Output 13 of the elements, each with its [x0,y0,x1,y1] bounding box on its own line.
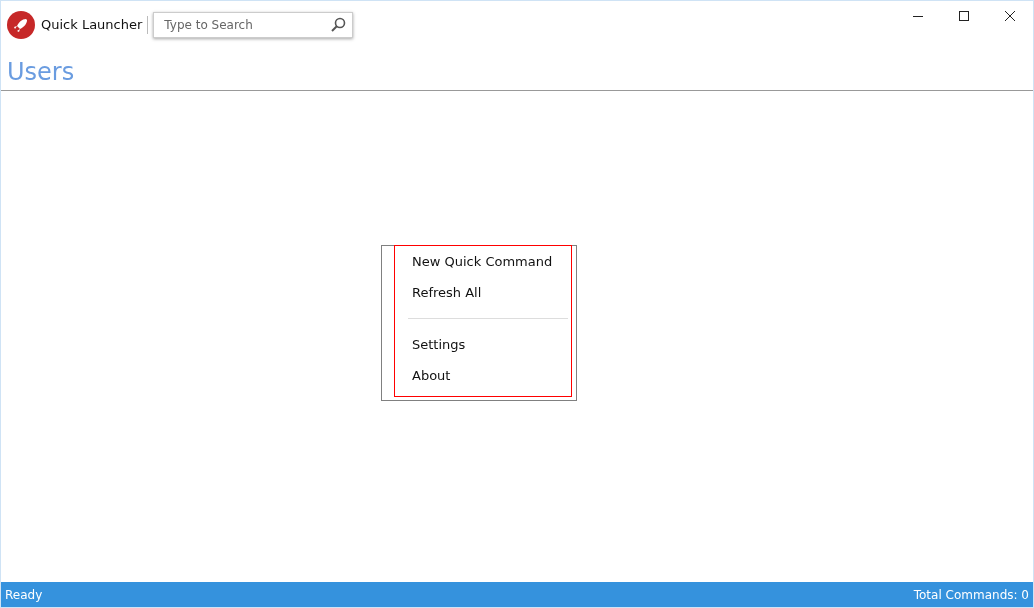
search-field[interactable]: Type to Search [153,12,354,38]
menu-item[interactable]: Settings [382,333,576,364]
menu-item[interactable]: About [382,364,576,395]
rocket-logo-icon [7,11,35,39]
close-icon [1005,11,1015,21]
search-icon [330,17,347,33]
command-count: Total Commands: 0 [913,587,1029,602]
maximize-icon [959,11,969,21]
menu-item[interactable]: New Quick Command [382,250,576,281]
app-title: Quick Launcher [41,16,149,34]
status-text: Ready [5,587,43,602]
menu-item[interactable]: Refresh All [382,281,576,312]
page-heading: Users [1,49,1033,91]
